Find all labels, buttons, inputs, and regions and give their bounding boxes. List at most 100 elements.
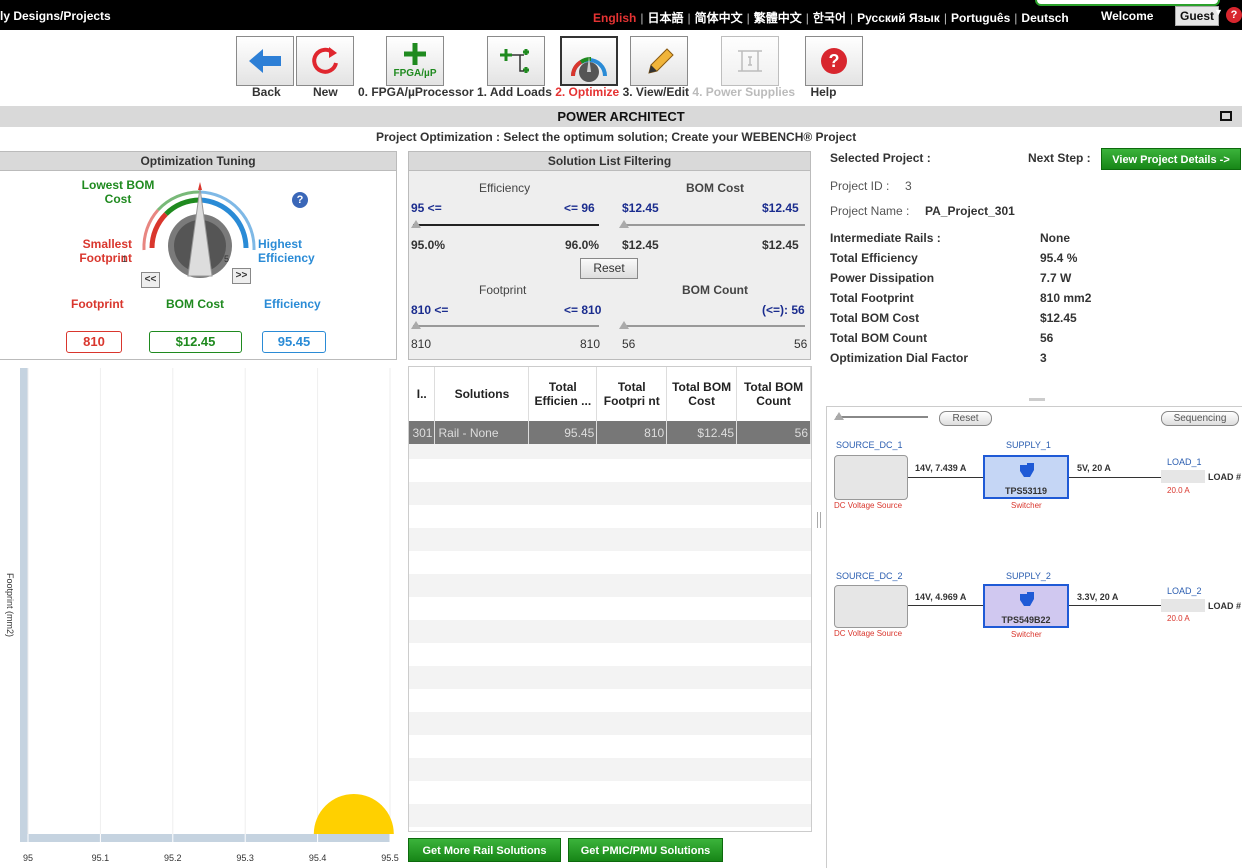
new-button[interactable] xyxy=(296,36,354,86)
dial-prev-button[interactable]: << xyxy=(141,272,160,288)
row-id: 301 xyxy=(409,421,436,444)
panel-resize-handle[interactable] xyxy=(1029,398,1045,401)
my-designs-link[interactable]: ly Designs/Projects xyxy=(0,9,111,23)
zoom-slider-track[interactable] xyxy=(836,416,928,418)
col-solutions[interactable]: Solutions xyxy=(434,367,530,421)
dial-icon xyxy=(570,56,607,82)
rail-1-input: 14V, 7.439 A xyxy=(915,463,967,473)
col-total-footprint[interactable]: Total Footpri nt xyxy=(596,367,668,421)
next-step-label: Next Step : xyxy=(1028,151,1091,165)
help-button[interactable]: ? xyxy=(805,36,863,86)
source-2-name: SOURCE_DC_2 xyxy=(836,571,903,581)
bom-cost-filter-title: BOM Cost xyxy=(686,181,744,195)
lang-russian[interactable]: Русский Язык xyxy=(857,11,940,25)
wire xyxy=(908,605,983,606)
back-label: Back xyxy=(252,85,281,99)
get-more-rail-solutions-button[interactable]: Get More Rail Solutions xyxy=(408,838,561,862)
solutions-table: I.. Solutions Total Efficien ... Total F… xyxy=(409,367,811,444)
fpga-icon-label: FPGA/µP xyxy=(393,68,437,79)
bom-count-slider-track[interactable] xyxy=(622,325,805,327)
help-icon[interactable]: ? xyxy=(1226,7,1242,23)
lang-japanese[interactable]: 日本語 xyxy=(647,11,683,25)
source-2-type: DC Voltage Source xyxy=(834,629,903,638)
minimize-icon[interactable] xyxy=(1220,111,1232,121)
lang-korean[interactable]: 한국어 xyxy=(813,11,846,25)
filter-reset-button[interactable]: Reset xyxy=(580,258,638,279)
dial-next-button[interactable]: >> xyxy=(232,268,251,284)
dial-max-label: 5 xyxy=(224,254,230,264)
rail-2-output: 3.3V, 20 A xyxy=(1077,592,1119,602)
x-tick-label: 95 xyxy=(23,853,33,863)
bom-cost-value: $12.45 xyxy=(149,331,242,353)
fpga-step-button[interactable]: FPGA/µP xyxy=(386,36,444,86)
view-project-details-button[interactable]: View Project Details -> xyxy=(1101,148,1241,170)
top-nav-bar: ly Designs/Projects English | 日本語 | 简体中文 | 繁體中… xyxy=(0,0,1242,30)
efficiency-slider-thumb[interactable] xyxy=(411,220,421,228)
detail-label: Total Footprint xyxy=(830,291,914,305)
x-tick-label: 95.1 xyxy=(92,853,110,863)
col-total-bom-count[interactable]: Total BOM Count xyxy=(736,367,811,421)
load-2-name: LOAD_2 xyxy=(1167,586,1202,596)
svg-text:?: ? xyxy=(829,51,840,71)
supply-1-type: Switcher xyxy=(1011,501,1042,510)
add-loads-step-button[interactable] xyxy=(487,36,545,86)
solutions-scatter-chart: 95 95.1 95.2 95.3 95.4 95.5 xyxy=(20,368,399,863)
chevron-down-icon[interactable]: ▼ xyxy=(1214,7,1223,17)
project-id-label: Project ID : xyxy=(830,179,890,193)
splitter-handle[interactable] xyxy=(817,512,821,528)
workflow-steps: 0. FPGA/µProcessor 1. Add Loads 2. Optim… xyxy=(358,85,836,99)
view-edit-step-button[interactable] xyxy=(630,36,688,86)
lang-german[interactable]: Deutsch xyxy=(1021,11,1068,25)
tuning-help-icon[interactable]: ? xyxy=(292,192,308,208)
efficiency-max-label: <= 96 xyxy=(564,201,595,215)
step-fpga[interactable]: 0. FPGA/µProcessor xyxy=(358,85,474,99)
power-supplies-step-button[interactable] xyxy=(721,36,779,86)
lang-portuguese[interactable]: Português xyxy=(951,11,1010,25)
lang-chinese-traditional[interactable]: 繁體中文 xyxy=(754,11,802,25)
source-1-block[interactable] xyxy=(834,455,908,500)
footprint-slider-thumb[interactable] xyxy=(411,321,421,329)
wire xyxy=(908,477,983,478)
table-row[interactable]: 301 Rail - None 95.45 810 $12.45 56 xyxy=(409,421,811,444)
get-pmic-solutions-button[interactable]: Get PMIC/PMU Solutions xyxy=(568,838,723,862)
col-total-efficiency[interactable]: Total Efficien ... xyxy=(528,367,598,421)
y-axis xyxy=(20,368,28,842)
source-2-block[interactable] xyxy=(834,585,908,628)
lang-english[interactable]: English xyxy=(593,11,636,25)
col-id[interactable]: I.. xyxy=(409,367,436,421)
add-loads-icon xyxy=(500,49,529,73)
schematic-reset-button[interactable]: Reset xyxy=(939,411,992,426)
bom-count-slider-thumb[interactable] xyxy=(619,321,629,329)
detail-value: 3 xyxy=(1040,351,1047,365)
user-menu[interactable]: Guest xyxy=(1175,6,1220,26)
load-1-label: LOAD # xyxy=(1208,472,1242,482)
col-total-bom-cost[interactable]: Total BOM Cost xyxy=(666,367,738,421)
zoom-slider-thumb[interactable] xyxy=(834,412,844,420)
x-axis xyxy=(20,834,390,842)
selected-project-label: Selected Project : xyxy=(830,151,931,165)
optimize-step-button[interactable] xyxy=(560,36,618,86)
bom-count-low: 56 xyxy=(622,337,636,351)
load-1-block[interactable] xyxy=(1161,470,1205,483)
supply-1-block[interactable]: TPS53119 xyxy=(983,455,1069,499)
x-tick-label: 95.4 xyxy=(309,853,327,863)
footprint-slider-track[interactable] xyxy=(413,325,599,327)
filtering-header: Solution List Filtering xyxy=(409,152,810,171)
load-2-block[interactable] xyxy=(1161,599,1205,612)
bom-cost-min-label: $12.45 xyxy=(622,201,659,215)
detail-value: 56 xyxy=(1040,331,1054,345)
back-button[interactable] xyxy=(236,36,294,86)
step-view-edit[interactable]: 3. View/Edit xyxy=(623,85,689,99)
chart-y-axis-label: Footprint (mm2) xyxy=(5,572,15,637)
project-id-value: 3 xyxy=(905,179,912,193)
efficiency-slider-track[interactable] xyxy=(413,224,599,226)
page-title-bar: POWER ARCHITECT xyxy=(0,106,1242,127)
lang-chinese-simplified[interactable]: 简体中文 xyxy=(695,11,743,25)
supply-2-block[interactable]: TPS549B22 xyxy=(983,584,1069,628)
bom-cost-slider-thumb[interactable] xyxy=(619,220,629,228)
step-optimize[interactable]: 2. Optimize xyxy=(555,85,619,99)
bom-cost-slider-track[interactable] xyxy=(622,224,805,226)
sequencing-button[interactable]: Sequencing xyxy=(1161,411,1239,426)
project-name-label: Project Name : xyxy=(830,204,910,218)
step-add-loads[interactable]: 1. Add Loads xyxy=(477,85,552,99)
